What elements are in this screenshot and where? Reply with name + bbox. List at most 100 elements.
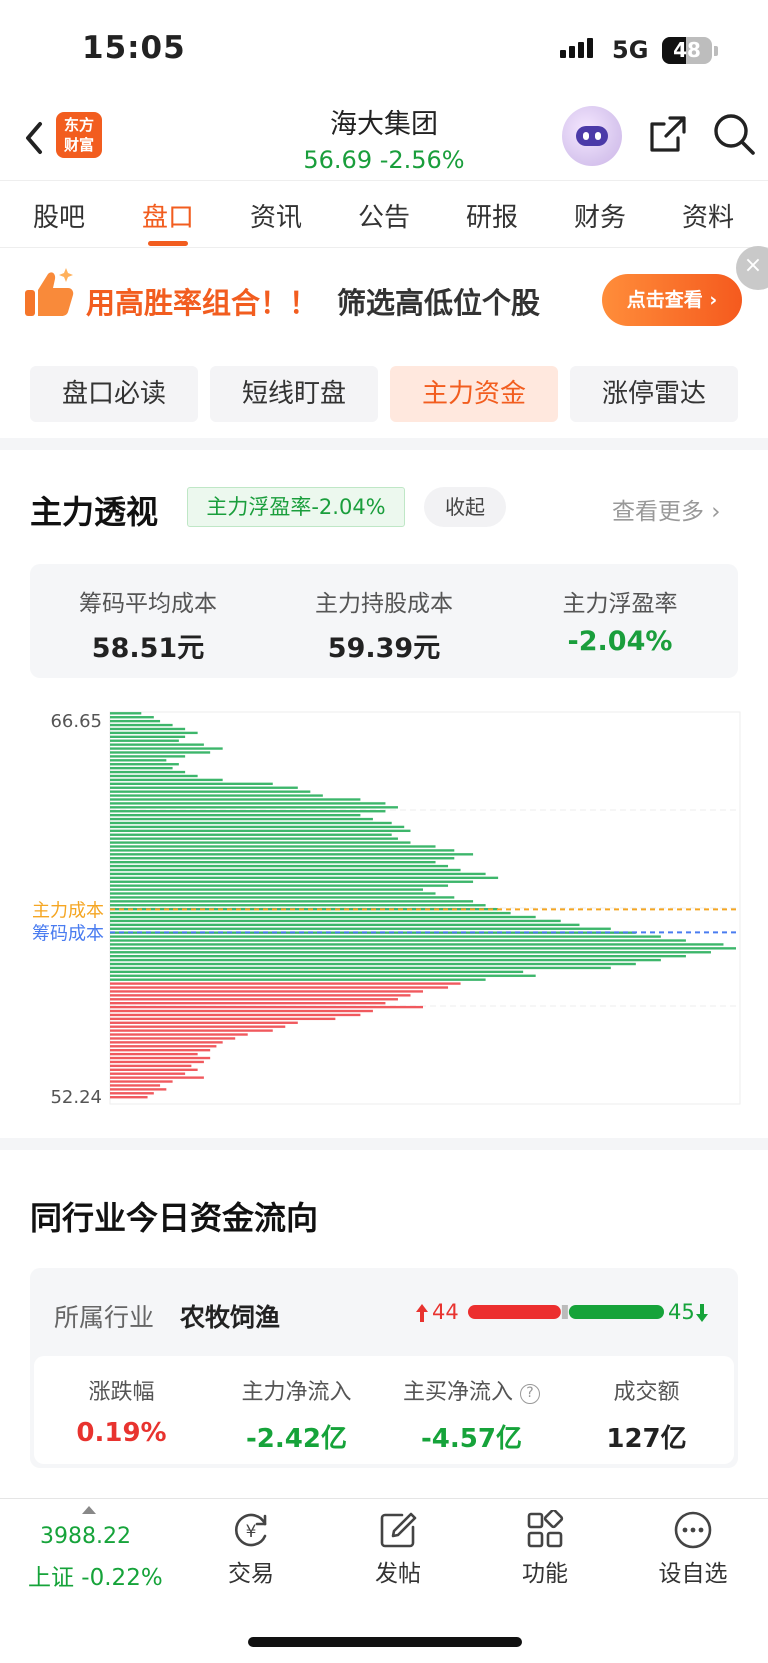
metric-value: 127亿: [606, 1424, 687, 1454]
metric-label: 主力净流入: [241, 1380, 352, 1405]
chip-bar: [110, 1064, 192, 1068]
chip-bar: [110, 1025, 286, 1028]
tab-guba[interactable]: 股吧: [14, 197, 104, 234]
stat-main-float-rate: 主力浮盈率 -2.04%: [502, 564, 738, 657]
chip-bar: [110, 739, 179, 742]
nav-post[interactable]: 发帖: [343, 1510, 453, 1588]
chip-bar: [110, 778, 223, 782]
chip-bar: [110, 716, 154, 719]
chip-bar: [110, 998, 398, 1001]
chip-bar: [110, 1013, 361, 1017]
chip-bar: [110, 1052, 198, 1056]
chip-bar: [110, 1002, 386, 1005]
chip-bar: [110, 958, 661, 962]
chip-bar: [110, 951, 711, 954]
tab-pankou[interactable]: 盘口: [123, 197, 213, 234]
chip-bar: [110, 982, 461, 985]
edit-icon: [380, 1512, 417, 1548]
chip-bar: [110, 994, 411, 997]
battery-level: 48: [673, 38, 701, 62]
grid-icon: [527, 1510, 564, 1548]
y-tick-bottom: 52.24: [50, 1087, 102, 1108]
chip-bar: [110, 1021, 298, 1024]
chip-bar: [110, 1088, 167, 1091]
main-force-title: 主力透视: [30, 493, 159, 531]
chip-bar: [110, 794, 323, 797]
metric-value: 0.19%: [76, 1418, 167, 1448]
chip-bar: [110, 935, 661, 938]
chip-bar: [110, 1092, 154, 1095]
chip-bar: [110, 782, 273, 786]
caret-up-icon[interactable]: [82, 1506, 96, 1514]
metric-active-buy-net-inflow: 主买净流入 ? -4.57亿: [384, 1374, 559, 1455]
view-more-link[interactable]: 查看更多 ›: [612, 492, 721, 526]
tab-research[interactable]: 研报: [447, 197, 537, 234]
chip-bar: [110, 802, 386, 805]
banner-view-button[interactable]: 点击查看 ›: [602, 274, 742, 326]
stat-label: 主力持股成本: [315, 591, 453, 617]
chip-bar: [110, 770, 186, 774]
chip-bar: [110, 1076, 204, 1079]
chip-bar: [110, 1041, 223, 1044]
seg-short-term-watch[interactable]: 短线盯盘: [210, 366, 378, 422]
chip-bar: [110, 1060, 204, 1064]
chip-bar: [110, 860, 436, 864]
chip-bar: [110, 723, 173, 727]
home-indicator: [248, 1637, 522, 1647]
help-icon[interactable]: ?: [520, 1384, 540, 1404]
status-time: 15:05: [82, 30, 186, 66]
nav-add-watchlist[interactable]: 设自选: [638, 1510, 748, 1588]
up-count: 44: [432, 1300, 459, 1324]
index-value[interactable]: 3988.22: [40, 1524, 131, 1549]
chip-bar: [110, 786, 298, 789]
collapse-button[interactable]: 收起: [424, 487, 506, 527]
seg-main-funds[interactable]: 主力资金: [390, 366, 558, 422]
tab-news[interactable]: 资讯: [231, 197, 321, 234]
chip-bar: [110, 872, 486, 876]
chip-bar: [110, 911, 511, 915]
metric-value: -2.42亿: [246, 1424, 347, 1454]
yuan-refresh-icon: ¥: [234, 1513, 267, 1547]
chip-bar: [110, 1017, 336, 1021]
tab-finance[interactable]: 财务: [555, 197, 645, 234]
chip-bar: [110, 763, 179, 766]
chip-bar: [110, 833, 392, 836]
chip-bar: [110, 841, 411, 844]
tab-profile[interactable]: 资料: [663, 197, 753, 234]
tab-announcements[interactable]: 公告: [339, 197, 429, 234]
chip-bar: [110, 864, 449, 868]
chip-bar: [110, 888, 423, 891]
chip-bar: [110, 825, 405, 829]
chip-bar: [110, 986, 449, 989]
share-icon[interactable]: [648, 114, 688, 154]
ai-assistant-icon[interactable]: [562, 106, 622, 166]
chip-bar: [110, 962, 636, 966]
nav-trade[interactable]: ¥ 交易: [196, 1510, 306, 1588]
stat-avg-cost: 筹码平均成本 58.51元: [30, 564, 266, 665]
metric-turnover: 成交额 127亿: [559, 1374, 734, 1455]
seg-pankou-must-read[interactable]: 盘口必读: [30, 366, 198, 422]
index-label[interactable]: 上证 -0.22%: [28, 1558, 163, 1592]
thumbs-up-icon: [25, 268, 74, 316]
search-icon[interactable]: [712, 112, 756, 156]
chip-bar: [110, 966, 611, 970]
nav-functions[interactable]: 功能: [490, 1510, 600, 1588]
chip-distribution-chart: 主力成本筹码成本 66.65 52.24: [32, 711, 741, 1108]
chip-bar: [110, 1033, 248, 1036]
chip-bar: [110, 821, 392, 825]
chip-bar: [110, 1009, 373, 1013]
chip-bar: [110, 817, 373, 821]
chip-bar: [110, 751, 211, 754]
arrow-down-icon: [696, 1304, 708, 1322]
chip-bar: [110, 774, 198, 778]
chip-bar: [110, 755, 186, 758]
metric-value: -4.57亿: [421, 1424, 522, 1454]
chip-bar: [110, 766, 173, 770]
banner-headline: 用高胜率组合！！: [86, 286, 319, 320]
chip-bar: [110, 1029, 273, 1032]
status-bar: 15:05 5G 48: [0, 0, 768, 100]
chip-bar: [110, 747, 223, 750]
industry-name[interactable]: 农牧饲渔: [180, 1298, 280, 1334]
seg-limit-up-radar[interactable]: 涨停雷达: [570, 366, 738, 422]
chip-bar: [110, 1096, 148, 1099]
